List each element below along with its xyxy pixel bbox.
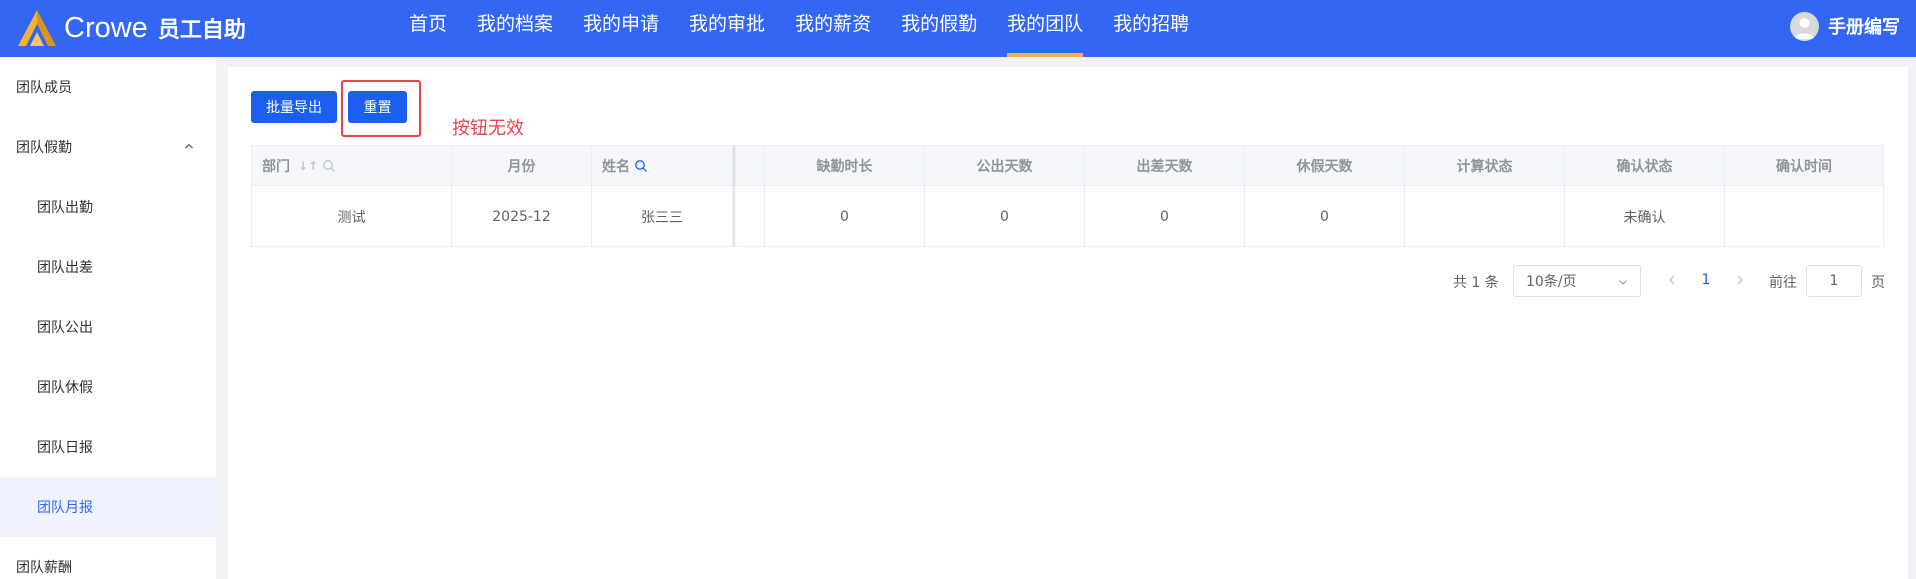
page-number-current[interactable]: 1 [1698,272,1714,288]
cell-department: 测试 [252,186,452,247]
nav-my-profile[interactable]: 我的档案 [477,0,553,57]
sidebar-item-label: 团队月报 [37,500,93,516]
nav-my-attendance[interactable]: 我的假勤 [901,0,977,57]
sidebar-item-team-monthly-report[interactable]: 团队月报 [0,477,216,537]
cell-confirm-status: 未确认 [1565,186,1725,247]
next-page-icon[interactable] [1733,272,1747,288]
user-icon [1794,17,1815,39]
cell-calc-status [1405,186,1565,247]
annotation-highlight-box [341,80,421,137]
chevron-down-icon [1619,280,1627,285]
nav-my-team[interactable]: 我的团队 [1007,0,1084,57]
top-navbar: Crowe 员工自助 首页 我的档案 我的申请 我的审批 我的薪资 我的假勤 我… [0,0,1916,57]
sidebar-item-label: 团队出勤 [37,200,93,216]
sort-icon[interactable]: ↓↑ [298,159,318,173]
sidebar-group-team-attendance[interactable]: 团队假勤 [0,117,216,177]
col-leave-days: 休假天数 [1245,146,1405,185]
col-official-out-days: 公出天数 [925,146,1085,185]
col-absence-hours: 缺勤时长 [765,146,925,185]
avatar[interactable] [1790,11,1819,41]
sidebar-item-label: 团队休假 [37,380,93,396]
nav-my-applications[interactable]: 我的申请 [583,0,659,57]
goto-page-input[interactable] [1806,265,1862,297]
filter-search-icon[interactable] [634,159,648,173]
sidebar-item-team-daily-report[interactable]: 团队日报 [0,417,216,477]
cell-leave-days: 0 [1245,186,1405,247]
cell-absence-hours: 0 [765,186,925,247]
col-spacer [733,146,765,185]
prev-page-icon[interactable] [1665,272,1679,288]
sidebar-item-label: 团队日报 [37,440,93,456]
cell-month: 2025-12 [452,186,592,247]
sidebar-item-team-members[interactable]: 团队成员 [0,57,216,117]
sidebar-item-label: 团队薪酬 [16,560,72,576]
app-name: 员工自助 [157,18,246,43]
cell-confirm-time [1725,186,1883,247]
sidebar-item-team-business-trip[interactable]: 团队出差 [0,237,216,297]
nav-my-salary[interactable]: 我的薪资 [795,0,871,57]
sidebar-item-label: 团队公出 [37,320,93,336]
sidebar-item-team-leave[interactable]: 团队休假 [0,357,216,417]
cell-trip-days: 0 [1085,186,1245,247]
logo[interactable]: Crowe 员工自助 [16,6,246,50]
page-size-select[interactable]: 10条/页 [1513,265,1641,297]
col-month: 月份 [452,146,592,185]
crowe-logo-icon [18,10,56,46]
sidebar-item-label: 团队假勤 [16,140,72,156]
sidebar-item-label: 团队成员 [16,80,72,96]
chevron-up-icon [185,143,193,149]
col-confirm-status: 确认状态 [1565,146,1725,185]
sidebar: 团队成员 团队假勤 团队出勤 团队出差 团队公出 团队休假 团队日报 团队月报 … [0,57,216,579]
col-calc-status: 计算状态 [1405,146,1565,185]
table-row[interactable]: 测试 2025-12 张三三 0 0 0 0 未确认 [252,186,1883,247]
nav-my-recruitment[interactable]: 我的招聘 [1113,0,1189,57]
monthly-report-table: 部门 ↓↑ 月份 姓名 缺勤时长 公出天数 出差天数 休假天数 计算状态 确认状… [251,145,1884,247]
content-card [228,67,1908,579]
sidebar-item-team-compensation[interactable]: 团队薪酬 [0,537,216,579]
page-label: 页 [1871,275,1885,291]
logo-text: Crowe [64,11,148,44]
col-name[interactable]: 姓名 [592,146,733,185]
annotation-text: 按钮无效 [452,118,524,139]
pagination-total: 共 1 条 [1453,275,1499,291]
cell-name: 张三三 [592,186,733,247]
main-nav: 首页 我的档案 我的申请 我的审批 我的薪资 我的假勤 我的团队 我的招聘 [409,0,1219,57]
nav-home[interactable]: 首页 [409,0,447,57]
user-name: 手册编写 [1828,17,1900,38]
fixed-column-shadow [733,146,737,246]
sidebar-item-team-attendance-records[interactable]: 团队出勤 [0,177,216,237]
col-confirm-time: 确认时间 [1776,158,1832,175]
sidebar-item-team-official-out[interactable]: 团队公出 [0,297,216,357]
filter-search-icon[interactable] [322,159,336,173]
batch-export-button[interactable]: 批量导出 [251,91,337,123]
page-size-value: 10条/页 [1526,274,1577,290]
cell-official-out-days: 0 [925,186,1085,247]
col-department[interactable]: 部门 ↓↑ [252,146,452,185]
user-menu[interactable]: 手册编写 [1790,10,1900,42]
table-header: 部门 ↓↑ 月份 姓名 缺勤时长 公出天数 出差天数 休假天数 计算状态 确认状… [252,146,1883,186]
goto-label: 前往 [1769,275,1797,291]
col-trip-days: 出差天数 [1085,146,1245,185]
cell-spacer [733,186,765,247]
sidebar-item-label: 团队出差 [37,260,93,276]
nav-my-approvals[interactable]: 我的审批 [689,0,765,57]
